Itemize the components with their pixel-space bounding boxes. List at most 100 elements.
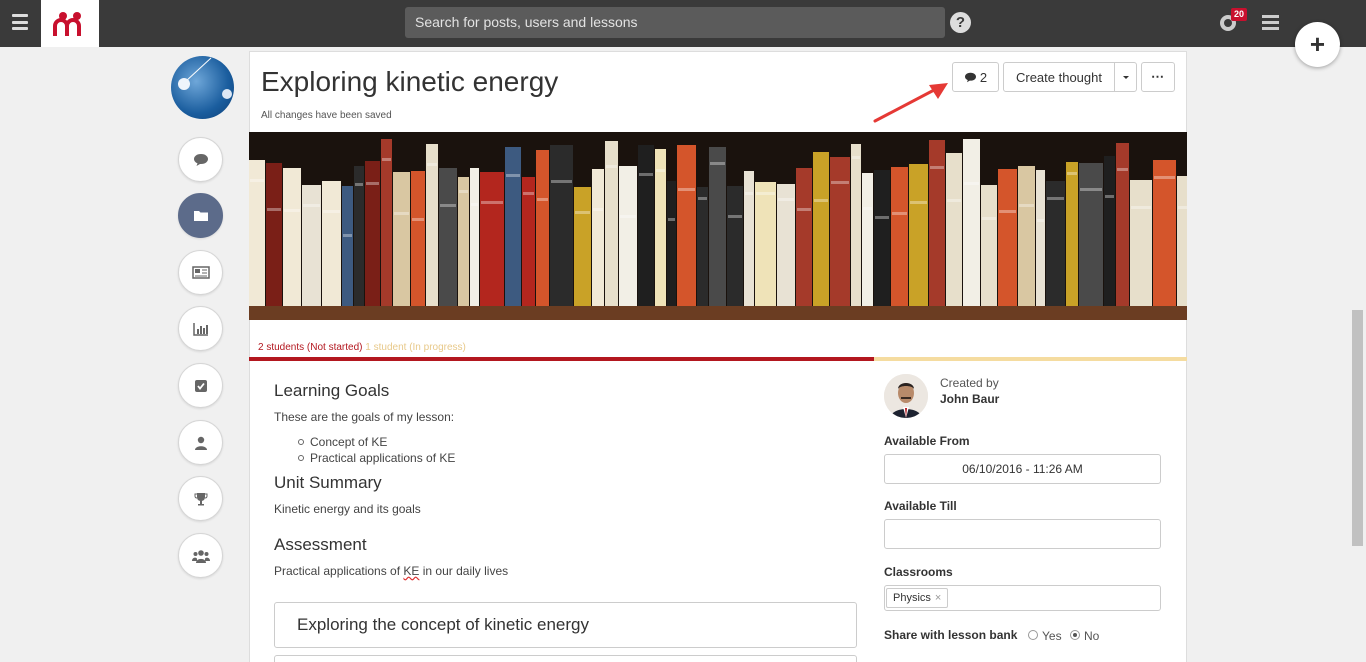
learning-goals-heading: Learning Goals — [274, 381, 390, 400]
checkbox-icon — [194, 379, 207, 392]
rail-achievements-button[interactable] — [178, 476, 223, 521]
rail-groups-button[interactable] — [178, 533, 223, 578]
book-spine — [981, 185, 997, 308]
lesson-section-card[interactable]: Exploring the concept of kinetic energy — [274, 602, 857, 648]
book-spine-band — [471, 203, 478, 206]
book-spine-band — [1105, 195, 1114, 198]
book-spine-band — [323, 210, 340, 213]
available-till-field[interactable] — [884, 519, 1161, 549]
assessment-heading: Assessment — [274, 535, 367, 554]
create-thought-button[interactable]: Create thought — [1003, 62, 1115, 92]
lesson-avatar[interactable] — [171, 56, 234, 119]
more-options-icon: ⋯ — [1151, 69, 1165, 84]
book-spine — [411, 171, 425, 308]
list-view-icon[interactable] — [1262, 15, 1279, 30]
book-spine-band — [698, 197, 707, 200]
app-logo[interactable] — [41, 0, 99, 47]
learning-goals-intro: These are the goals of my lesson: — [274, 410, 455, 424]
newspaper-icon — [191, 266, 210, 279]
share-no-radio[interactable] — [1070, 630, 1080, 640]
book-spine-band — [267, 208, 281, 211]
comment-count: 2 — [979, 69, 988, 85]
remove-tag-icon[interactable]: × — [935, 592, 941, 604]
book-spine — [1066, 162, 1078, 308]
rail-news-button[interactable] — [178, 250, 223, 295]
more-options-button[interactable]: ⋯ — [1141, 62, 1175, 92]
book-spine — [709, 147, 726, 308]
top-navigation-bar: Search for posts, users and lessons ? 20 — [0, 0, 1366, 47]
creator-avatar[interactable] — [884, 374, 928, 418]
book-spine-band — [797, 208, 811, 211]
book-spine — [1177, 176, 1187, 308]
book-spine — [342, 186, 353, 308]
rail-profile-button[interactable] — [178, 420, 223, 465]
book-spine — [830, 157, 850, 308]
goal-item: Practical applications of KE — [297, 451, 456, 465]
book-spine-band — [678, 188, 695, 191]
create-thought-dropdown[interactable] — [1114, 62, 1137, 92]
book-spine — [302, 185, 321, 308]
search-input[interactable]: Search for posts, users and lessons — [405, 7, 945, 38]
rail-chat-button[interactable] — [178, 137, 223, 182]
book-spine — [813, 152, 829, 308]
book-spine-band — [394, 212, 409, 215]
lesson-title[interactable]: Exploring kinetic energy — [261, 66, 558, 98]
book-spine-band — [606, 165, 617, 168]
book-spine-band — [1178, 206, 1187, 209]
book-spine-band — [355, 183, 363, 186]
book-spine — [574, 187, 591, 308]
comment-icon — [964, 72, 976, 82]
rail-reports-button[interactable] — [178, 306, 223, 351]
book-spine-band — [1080, 188, 1102, 191]
book-spine — [536, 150, 549, 308]
book-spine — [744, 171, 754, 308]
book-spine-band — [1019, 204, 1034, 207]
book-spine-band — [863, 207, 872, 210]
rail-tasks-button[interactable] — [178, 363, 223, 408]
user-icon — [194, 436, 207, 450]
create-new-button[interactable]: + — [1295, 22, 1340, 67]
book-spine-band — [412, 218, 424, 221]
book-spine-band — [710, 162, 725, 165]
book-spine-band — [999, 210, 1016, 213]
creator-name[interactable]: John Baur — [940, 392, 999, 406]
book-spine-band — [440, 204, 456, 207]
book-spine-band — [481, 201, 503, 204]
book-spine-band — [620, 215, 636, 218]
book-spine-band — [593, 208, 603, 211]
book-spine-band — [778, 198, 794, 201]
book-spine — [655, 149, 666, 308]
hamburger-menu-icon[interactable] — [12, 14, 28, 30]
lesson-section-card-next[interactable] — [274, 655, 857, 662]
book-spine-band — [575, 211, 590, 214]
unit-summary-heading: Unit Summary — [274, 473, 382, 492]
book-spine-band — [656, 169, 665, 172]
created-by-label: Created by — [940, 376, 999, 390]
book-spine-band — [745, 192, 753, 195]
logo-icon — [53, 11, 81, 36]
creator-photo — [884, 374, 928, 418]
save-status: All changes have been saved — [261, 110, 392, 121]
book-spine-band — [964, 182, 979, 185]
book-spine-band — [930, 166, 944, 169]
book-spine-band — [427, 163, 437, 166]
book-spine — [677, 145, 696, 308]
book-spine — [755, 182, 776, 308]
book-spine-band — [303, 204, 320, 207]
book-spine — [1153, 160, 1176, 308]
available-from-field[interactable]: 06/10/2016 - 11:26 AM — [884, 454, 1161, 484]
share-yes-label[interactable]: Yes — [1042, 629, 1062, 643]
book-spine — [929, 140, 945, 308]
rail-folder-button[interactable] — [178, 193, 223, 238]
share-yes-radio[interactable] — [1028, 630, 1038, 640]
book-spine — [862, 173, 873, 308]
book-spine-band — [1131, 206, 1151, 209]
comments-button[interactable]: 2 — [952, 62, 999, 92]
goal-item: Concept of KE — [297, 435, 388, 449]
share-no-label[interactable]: No — [1084, 629, 1099, 643]
status-in-progress: 1 student (In progress) — [365, 342, 466, 353]
help-icon[interactable]: ? — [950, 12, 971, 33]
book-spine — [505, 147, 521, 308]
page-scrollbar-thumb[interactable] — [1352, 310, 1363, 546]
trophy-icon — [194, 492, 207, 505]
